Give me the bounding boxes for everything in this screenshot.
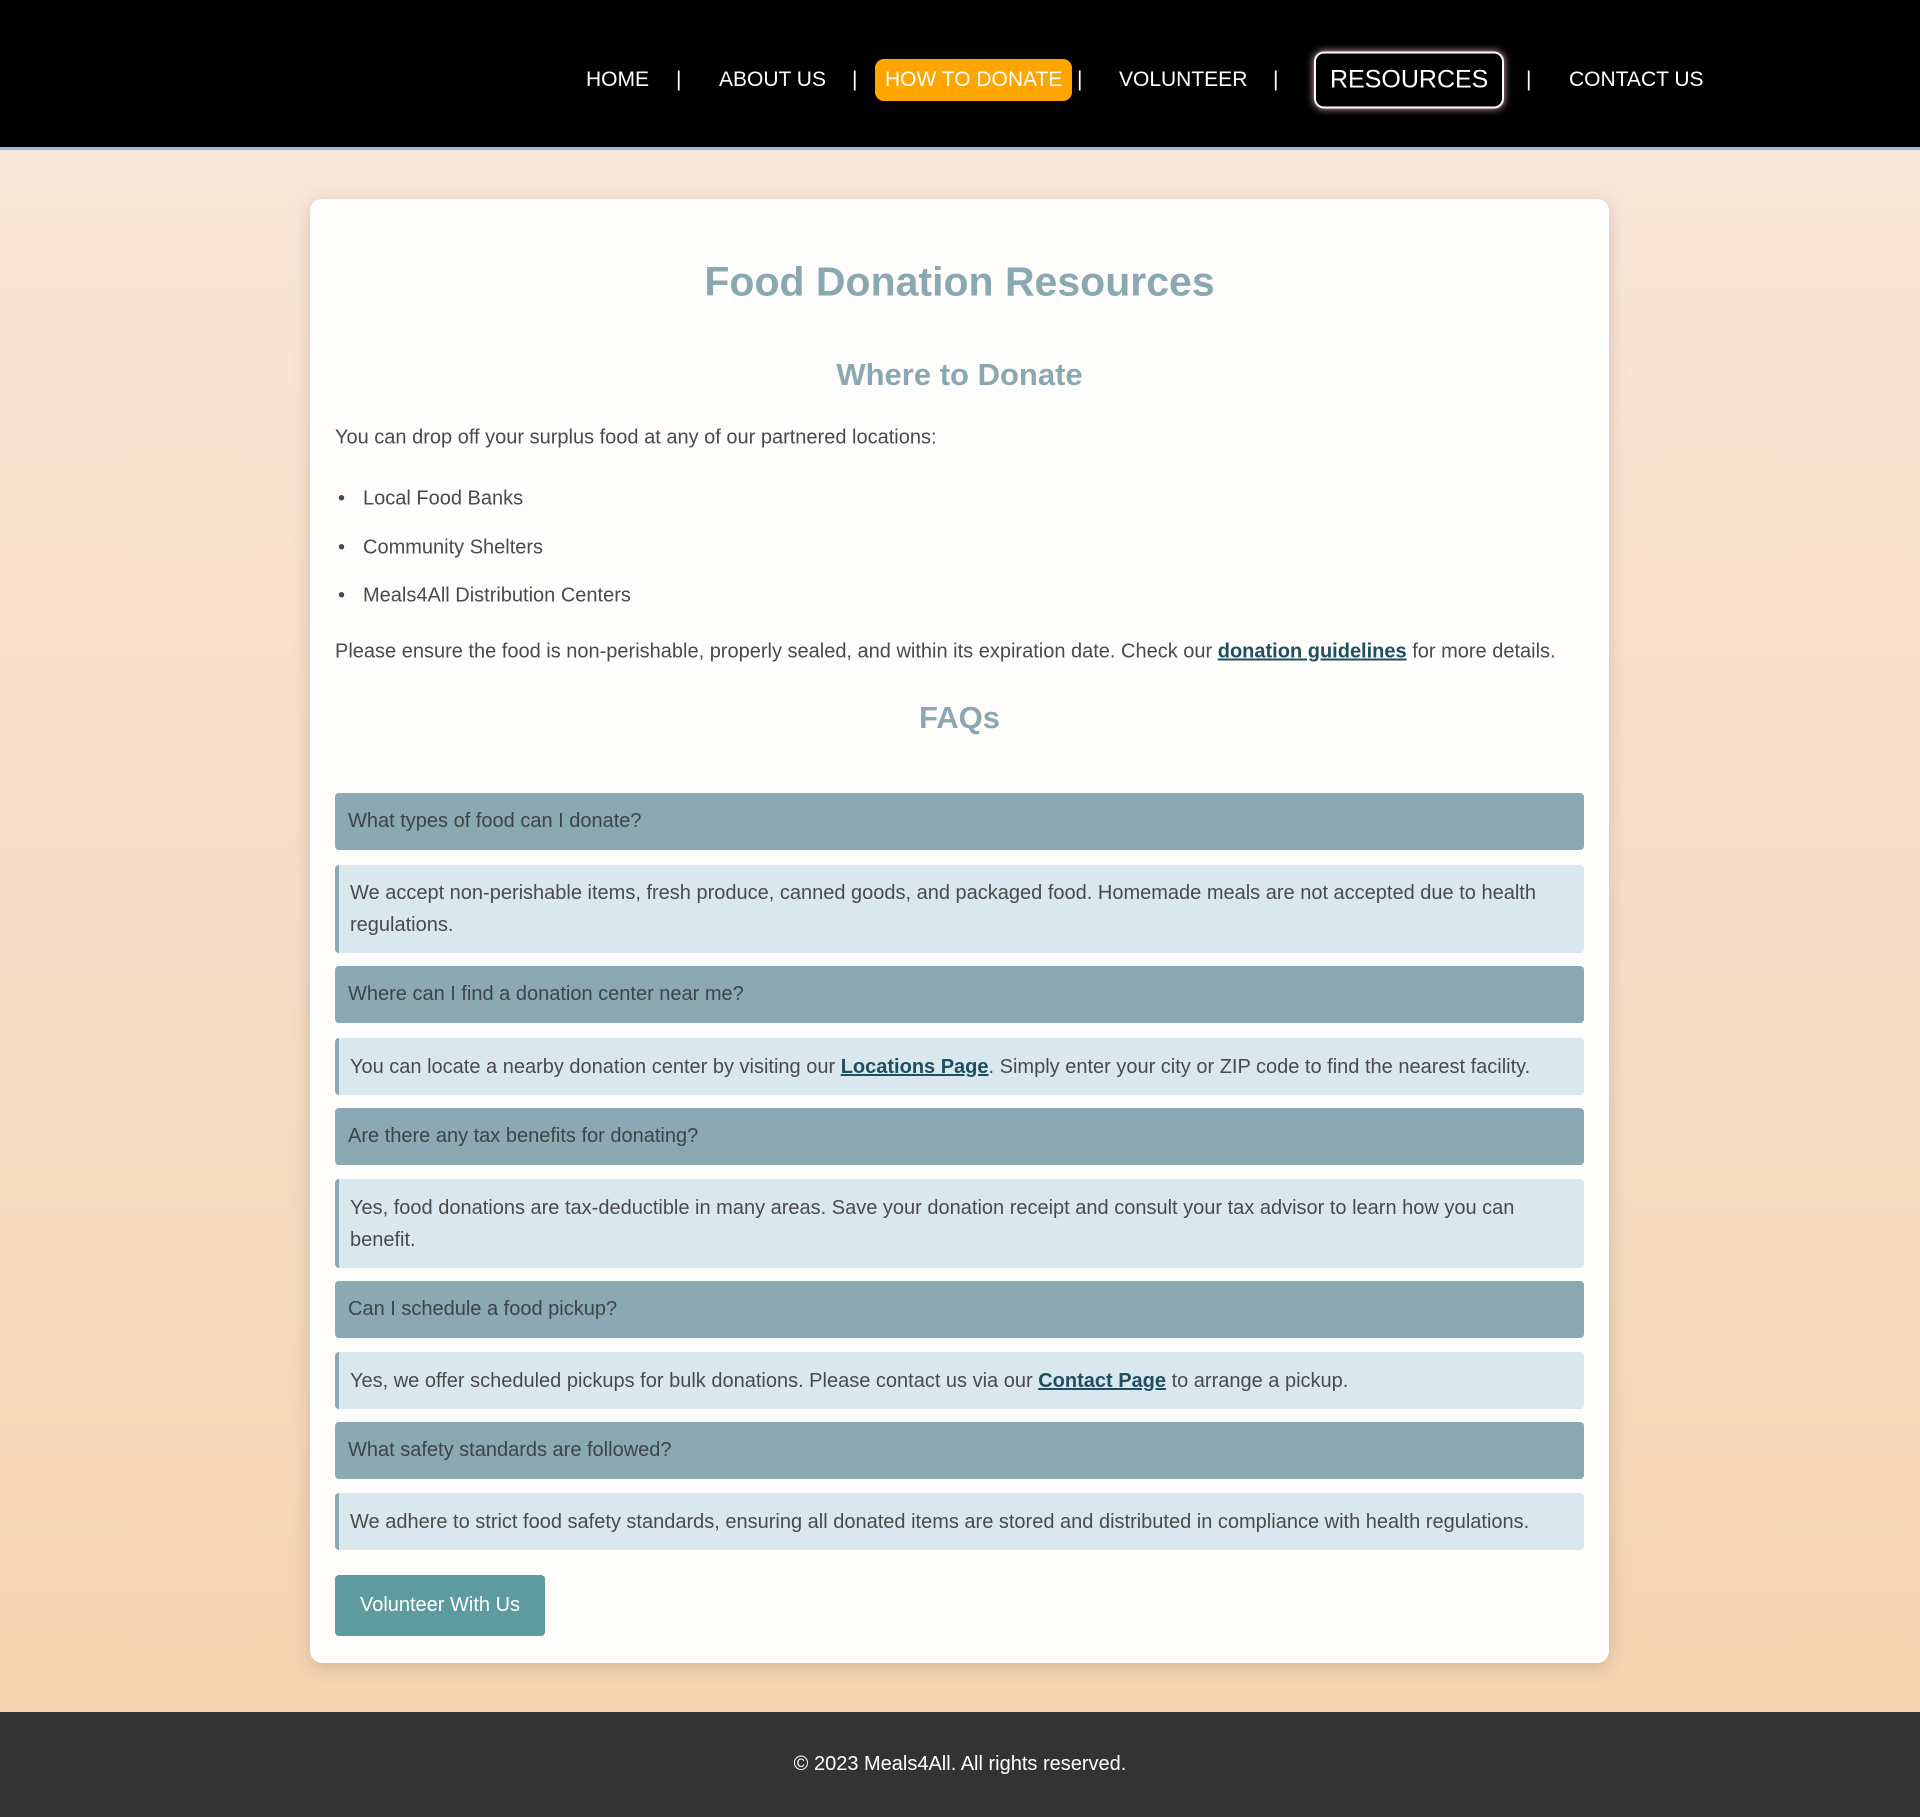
donation-note-text: for more details.	[1406, 640, 1556, 663]
donation-note-text: Please ensure the food is non-perishable…	[335, 640, 1218, 663]
faq-answer: You can locate a nearby donation center …	[335, 1038, 1584, 1095]
contact-page-link[interactable]: Contact Page	[1038, 1370, 1166, 1392]
top-navbar: HOME | ABOUT US | HOW TO DONATE | VOLUNT…	[0, 0, 1920, 150]
nav-how-to-donate[interactable]: HOW TO DONATE	[875, 59, 1073, 101]
volunteer-with-us-button[interactable]: Volunteer With Us	[335, 1575, 545, 1636]
faq-answer-line: We accept non-perishable items, fresh pr…	[350, 882, 1536, 904]
faq-answer: We adhere to strict food safety standard…	[335, 1493, 1584, 1550]
faq-answer: We accept non-perishable items, fresh pr…	[335, 865, 1584, 953]
donation-note: Please ensure the food is non-perishable…	[335, 641, 1556, 664]
faq-question[interactable]: What safety standards are followed?	[335, 1422, 1584, 1479]
faqs-heading: FAQs	[919, 700, 1000, 735]
donation-guidelines-link[interactable]: donation guidelines	[1218, 641, 1407, 663]
resources-card: Food Donation Resources Where to Donate …	[310, 199, 1609, 1663]
faq-answer-text: Yes, we offer scheduled pickups for bulk…	[350, 1369, 1039, 1392]
where-intro-text: You can drop off your surplus food at an…	[335, 426, 937, 449]
nav-separator: |	[852, 68, 858, 91]
faq-answer: Yes, we offer scheduled pickups for bulk…	[335, 1352, 1584, 1409]
location-list-item: Local Food Banks	[335, 488, 523, 511]
where-to-donate-heading: Where to Donate	[836, 357, 1083, 392]
faq-question[interactable]: Are there any tax benefits for donating?	[335, 1108, 1584, 1165]
nav-resources[interactable]: RESOURCES	[1314, 51, 1505, 109]
nav-separator: |	[1273, 68, 1279, 91]
faq-answer: Yes, food donations are tax-deductible i…	[335, 1179, 1584, 1268]
nav-separator: |	[1526, 68, 1532, 91]
faq-question[interactable]: Where can I find a donation center near …	[335, 966, 1584, 1023]
faq-answer-line: benefit.	[350, 1228, 416, 1251]
nav-contact-us[interactable]: CONTACT US	[1569, 68, 1704, 92]
faq-question[interactable]: Can I schedule a food pickup?	[335, 1281, 1584, 1338]
page-title: Food Donation Resources	[704, 258, 1215, 305]
faq-answer-text: to arrange a pickup.	[1166, 1369, 1349, 1392]
copyright-text: © 2023 Meals4All. All rights reserved.	[793, 1753, 1127, 1775]
faq-answer-text: You can locate a nearby donation center …	[350, 1055, 841, 1078]
nav-about-us[interactable]: ABOUT US	[719, 68, 826, 92]
footer: © 2023 Meals4All. All rights reserved.	[0, 1712, 1920, 1817]
faq-answer-line: regulations.	[350, 914, 454, 936]
locations-page-link[interactable]: Locations Page	[841, 1056, 989, 1078]
faq-answer-text: We adhere to strict food safety standard…	[350, 1510, 1530, 1533]
nav-separator: |	[1077, 68, 1083, 91]
nav-separator: |	[676, 68, 682, 91]
faq-answer-line: Yes, food donations are tax-deductible i…	[350, 1196, 1515, 1219]
location-list-item: Meals4All Distribution Centers	[335, 585, 631, 608]
faq-answer-text: . Simply enter your city or ZIP code to …	[988, 1055, 1531, 1078]
nav-home[interactable]: HOME	[586, 68, 649, 92]
nav-volunteer[interactable]: VOLUNTEER	[1119, 68, 1247, 92]
faq-question[interactable]: What types of food can I donate?	[335, 793, 1584, 850]
location-list-item: Community Shelters	[335, 537, 543, 560]
